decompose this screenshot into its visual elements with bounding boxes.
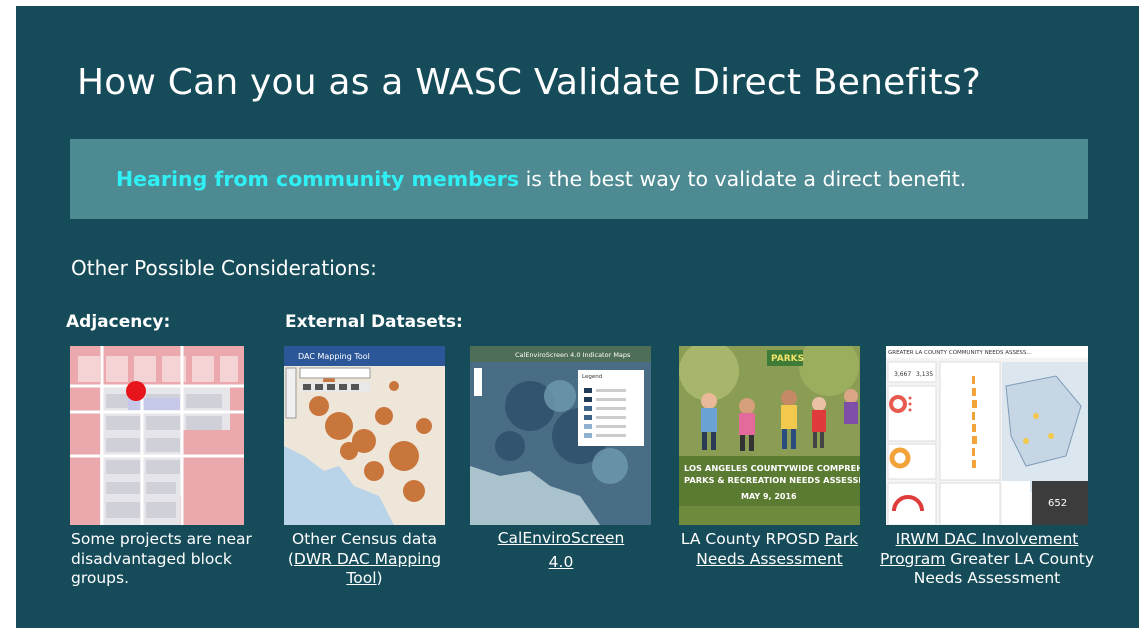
irwm-big-number: 652 — [1048, 498, 1067, 509]
park-banner-line1: LOS ANGELES COUNTYWIDE COMPREHE — [684, 463, 860, 473]
dwr-dac-mapping-tool-link[interactable]: DWR DAC Mapping Tool — [294, 550, 441, 588]
calenviro-caption: CalEnviroScreen 4.0 — [486, 526, 636, 574]
park-banner-top: PARKS — [771, 354, 804, 364]
callout-rest: is the best way to validate a direct ben… — [519, 167, 967, 191]
slide: How Can you as a WASC Validate Direct Be… — [16, 6, 1139, 628]
park-banner-line2: PARKS & RECREATION NEEDS ASSESSI — [684, 475, 860, 485]
callout-highlight: Hearing from community members — [116, 167, 520, 191]
dac-header-text: DAC Mapping Tool — [298, 352, 370, 361]
location-marker-icon — [126, 381, 146, 401]
calenviro-legend-title: Legend — [582, 374, 602, 380]
irwm-stat1: 3,667 — [894, 371, 911, 378]
irwm-stat2: 3,135 — [916, 371, 933, 378]
slide-title: How Can you as a WASC Validate Direct Be… — [77, 62, 982, 103]
rposd-caption: LA County RPOSD Park Needs Assessment — [671, 530, 868, 569]
irwm-caption: IRWM DAC Involvement Program Greater LA … — [872, 530, 1102, 589]
external-datasets-label: External Datasets: — [285, 312, 463, 332]
calenviroscreen-map-image: CalEnviroScreen 4.0 Indicator Maps Legen… — [470, 346, 651, 525]
park-date: MAY 9, 2016 — [741, 492, 797, 501]
adjacency-map-image — [70, 346, 244, 525]
dac-mapping-tool-image: DAC Mapping Tool — [284, 346, 445, 525]
rposd-caption-text: LA County RPOSD — [680, 530, 825, 548]
adjacency-caption: Some projects are near disadvantaged blo… — [71, 530, 252, 587]
census-caption-end: ) — [376, 569, 383, 587]
callout-box: Hearing from community members is the be… — [70, 139, 1088, 219]
park-needs-assessment-image: PARKS LOS ANGELES COUNTYWIDE COMPREHE PA… — [679, 346, 860, 525]
considerations-heading: Other Possible Considerations: — [71, 256, 377, 280]
census-caption: Other Census data (DWR DAC Mapping Tool) — [284, 530, 445, 589]
callout-text: Hearing from community members is the be… — [116, 167, 966, 191]
calenviroscreen-link[interactable]: CalEnviroScreen 4.0 — [498, 529, 625, 571]
irwm-dashboard-image: GREATER LA COUNTY COMMUNITY NEEDS ASSESS… — [886, 346, 1088, 525]
adjacency-label: Adjacency: — [66, 312, 171, 332]
irwm-header-text: GREATER LA COUNTY COMMUNITY NEEDS ASSESS… — [888, 350, 1032, 356]
calenviro-header-text: CalEnviroScreen 4.0 Indicator Maps — [515, 351, 631, 359]
